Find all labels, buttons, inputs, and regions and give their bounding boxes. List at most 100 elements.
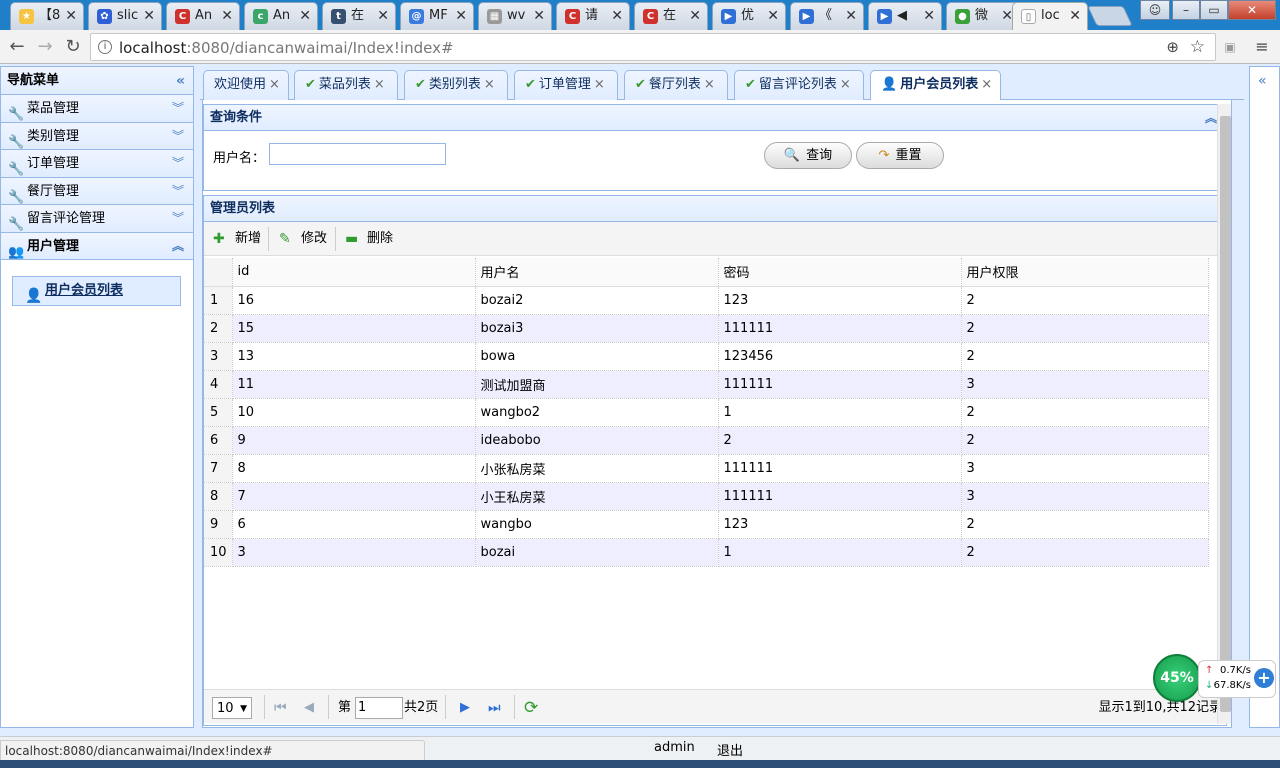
first-page-icon[interactable]: ⏮ xyxy=(274,697,287,719)
table-row[interactable]: 6 9 ideabobo 2 2 xyxy=(204,426,1209,455)
browser-tab[interactable]: ★ 【8 ✕ xyxy=(10,2,84,30)
table-row[interactable]: 9 6 wangbo 123 2 xyxy=(204,510,1209,539)
browser-tab[interactable]: t 在 ✕ xyxy=(322,2,396,30)
close-tab-icon[interactable]: ✕ xyxy=(455,3,467,29)
close-tab-icon[interactable]: × xyxy=(484,77,495,92)
sidebar-item-dishes[interactable]: 🔧 菜品管理 ︾ xyxy=(1,95,193,123)
page-size-select[interactable]: 10 ▼ xyxy=(212,697,252,719)
add-button[interactable]: ✚ 新增 xyxy=(213,228,261,250)
delete-button[interactable]: ▬ 删除 xyxy=(345,228,393,250)
close-tab-icon[interactable]: × xyxy=(981,77,992,92)
browser-tab[interactable]: C An ✕ xyxy=(166,2,240,30)
refresh-icon[interactable]: ⟳ xyxy=(524,697,538,719)
sidebar-item-orders[interactable]: 🔧 订单管理 ︾ xyxy=(1,150,193,178)
tab-user-member-list[interactable]: 👤 用户会员列表 × xyxy=(870,70,1001,101)
tab-order-management[interactable]: ✔ 订单管理 × xyxy=(514,70,618,100)
close-tab-icon[interactable]: ✕ xyxy=(767,3,779,29)
sidebar-item-users[interactable]: 👥 用户管理 ︽ xyxy=(1,232,193,260)
search-button[interactable]: 🔍 查询 xyxy=(764,142,852,169)
close-tab-icon[interactable]: ✕ xyxy=(845,3,857,29)
prev-page-icon[interactable]: ◀ xyxy=(304,697,314,719)
user-icon[interactable]: ☺ xyxy=(1140,0,1170,20)
table-row[interactable]: 5 10 wangbo2 1 2 xyxy=(204,398,1209,427)
browser-tab[interactable]: c An ✕ xyxy=(244,2,318,30)
username-search-input[interactable] xyxy=(269,143,446,165)
grid-panel-title: 管理员列表 xyxy=(210,201,276,216)
browser-tab[interactable]: ● 微 ✕ xyxy=(946,2,1020,30)
column-header-password[interactable]: 密码 xyxy=(718,258,962,287)
tab-dish-list[interactable]: ✔ 菜品列表 × xyxy=(294,70,398,100)
search-button-label: 查询 xyxy=(806,148,833,163)
zoom-icon[interactable]: ⊕ xyxy=(1166,38,1179,56)
sidebar-item-restaurants[interactable]: 🔧 餐厅管理 ︾ xyxy=(1,177,193,205)
url-input[interactable]: i localhost:8080/diancanwaimai/Index!ind… xyxy=(90,33,1216,61)
collapse-panel-icon[interactable]: ︽ xyxy=(1205,105,1217,131)
collapse-sidebar-icon[interactable]: « xyxy=(176,67,185,95)
pdf-extension-icon[interactable]: ▣ xyxy=(1222,39,1238,55)
add-widget-icon[interactable]: + xyxy=(1254,668,1274,688)
logout-link[interactable]: 退出 xyxy=(717,740,743,759)
last-page-icon[interactable]: ⏭ xyxy=(488,697,501,719)
close-tab-icon[interactable]: ✕ xyxy=(611,3,623,29)
close-window-button[interactable]: ✕ xyxy=(1228,0,1276,20)
page-number-input[interactable] xyxy=(355,697,403,719)
browser-tab[interactable]: ✿ slic ✕ xyxy=(88,2,162,30)
browser-tab[interactable]: ▦ wv ✕ xyxy=(478,2,552,30)
expand-panel-icon[interactable]: « xyxy=(1258,73,1267,89)
back-icon[interactable]: ← xyxy=(6,36,28,58)
column-header-username[interactable]: 用户名 xyxy=(475,258,719,287)
close-tab-icon[interactable]: ✕ xyxy=(143,3,155,29)
browser-tab[interactable]: ▶ 《 ✕ xyxy=(790,2,864,30)
info-icon[interactable]: i xyxy=(98,40,112,54)
close-tab-icon[interactable]: ✕ xyxy=(689,3,701,29)
column-header-id[interactable]: id xyxy=(232,258,476,287)
browser-tab[interactable]: @ MF ✕ xyxy=(400,2,474,30)
sidebar-item-categories[interactable]: 🔧 类别管理 ︾ xyxy=(1,122,193,150)
browser-tab[interactable]: C 请 ✕ xyxy=(556,2,630,30)
table-row[interactable]: 1 16 bozai2 123 2 xyxy=(204,286,1209,315)
delete-button-label: 删除 xyxy=(367,231,394,246)
new-tab-button[interactable] xyxy=(1087,6,1133,26)
browser-tab[interactable]: ▶ ◀ ✕ xyxy=(868,2,942,30)
table-row[interactable]: 4 11 测试加盟商 111111 3 xyxy=(204,370,1209,399)
close-tab-icon[interactable]: × xyxy=(704,77,715,92)
table-row[interactable]: 10 3 bozai 1 2 xyxy=(204,538,1209,567)
reset-button[interactable]: ↷ 重置 xyxy=(856,142,944,169)
close-tab-icon[interactable]: × xyxy=(269,77,280,92)
close-tab-icon[interactable]: ✕ xyxy=(221,3,233,29)
browser-tab[interactable]: ▶ 优 ✕ xyxy=(712,2,786,30)
browser-tab[interactable]: ▯ loc ✕ xyxy=(1012,2,1088,31)
tab-comment-list[interactable]: ✔ 留言评论列表 × xyxy=(734,70,864,100)
table-row[interactable]: 3 13 bowa 123456 2 xyxy=(204,342,1209,371)
bookmark-star-icon[interactable]: ☆ xyxy=(1190,37,1205,57)
sidebar-subitem-user-members[interactable]: 👤 用户会员列表 xyxy=(12,276,181,306)
next-page-icon[interactable]: ▶ xyxy=(460,697,470,719)
forward-icon[interactable]: → xyxy=(34,36,56,58)
close-tab-icon[interactable]: ✕ xyxy=(1069,3,1081,29)
close-tab-icon[interactable]: ✕ xyxy=(923,3,935,29)
tab-restaurant-list[interactable]: ✔ 餐厅列表 × xyxy=(624,70,728,100)
tab-category-list[interactable]: ✔ 类别列表 × xyxy=(404,70,508,100)
close-tab-icon[interactable]: ✕ xyxy=(299,3,311,29)
scrollbar-thumb[interactable] xyxy=(1220,116,1231,712)
reload-icon[interactable]: ↻ xyxy=(62,36,84,58)
close-tab-icon[interactable]: × xyxy=(374,77,385,92)
browser-tab[interactable]: C 在 ✕ xyxy=(634,2,708,30)
close-tab-icon[interactable]: × xyxy=(594,77,605,92)
table-row[interactable]: 8 7 小王私房菜 111111 3 xyxy=(204,482,1209,511)
content-scrollbar[interactable] xyxy=(1217,104,1231,724)
table-row[interactable]: 2 15 bozai3 111111 2 xyxy=(204,314,1209,343)
minimize-button[interactable]: – xyxy=(1172,0,1200,20)
sidebar-item-comments[interactable]: 🔧 留言评论管理 ︾ xyxy=(1,205,193,233)
close-tab-icon[interactable]: ✕ xyxy=(533,3,545,29)
menu-icon[interactable]: ≡ xyxy=(1254,39,1270,55)
edit-button[interactable]: ✎ 修改 xyxy=(279,228,327,250)
column-header-permission[interactable]: 用户权限 xyxy=(961,258,1209,287)
close-tab-icon[interactable]: ✕ xyxy=(377,3,389,29)
maximize-button[interactable]: ▭ xyxy=(1200,0,1228,20)
close-tab-icon[interactable]: × xyxy=(840,77,851,92)
tab-welcome[interactable]: 欢迎使用 × xyxy=(203,70,289,100)
network-meter[interactable]: 45% xyxy=(1153,654,1201,702)
table-row[interactable]: 7 8 小张私房菜 111111 3 xyxy=(204,454,1209,483)
close-tab-icon[interactable]: ✕ xyxy=(65,3,77,29)
